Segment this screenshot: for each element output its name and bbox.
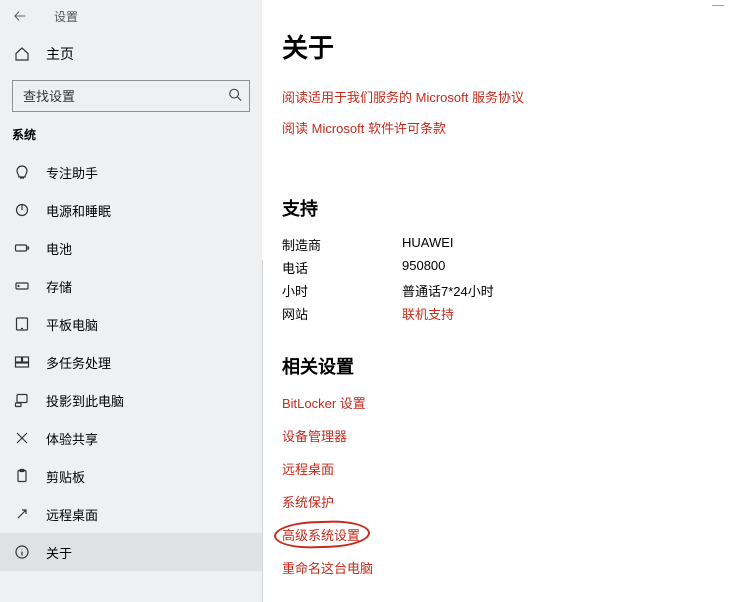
support-key: 小时 [282,281,402,300]
main-content: 关于 阅读适用于我们服务的 Microsoft 服务协议阅读 Microsoft… [262,0,752,602]
sidebar-item-storage[interactable]: 存储 [0,267,262,305]
clipboard-icon [12,466,32,486]
sidebar-item-multitask[interactable]: 多任务处理 [0,343,262,381]
support-value: HUAWEI [402,235,454,254]
focus-icon [12,162,32,182]
sidebar-item-power[interactable]: 电源和睡眠 [0,191,262,229]
sidebar-item-label: 远程桌面 [46,505,98,524]
sidebar-item-share[interactable]: 体验共享 [0,419,262,457]
minimize-icon[interactable] [712,5,724,6]
related-link-1[interactable]: 设备管理器 [282,426,347,445]
related-link-3[interactable]: 系统保护 [282,492,334,511]
sidebar-item-clipboard[interactable]: 剪贴板 [0,457,262,495]
support-row: 制造商HUAWEI [282,235,752,254]
search-input[interactable] [12,80,250,112]
sidebar-item-remote[interactable]: 远程桌面 [0,495,262,533]
sidebar-item-home[interactable]: 主页 [12,38,262,70]
back-icon[interactable] [10,6,30,26]
support-value: 950800 [402,258,445,277]
storage-icon [12,276,32,296]
sidebar-item-label: 多任务处理 [46,353,111,372]
sidebar-item-label: 电源和睡眠 [46,201,111,220]
support-heading: 支持 [282,195,752,221]
window-title: 设置 [54,8,78,25]
sidebar-item-label: 剪贴板 [46,467,85,486]
support-key: 制造商 [282,235,402,254]
project-icon [12,390,32,410]
support-row: 网站联机支持 [282,304,752,323]
remote-icon [12,504,32,524]
support-value: 普通话7*24小时 [402,281,494,300]
home-label: 主页 [46,44,74,64]
top-link-0[interactable]: 阅读适用于我们服务的 Microsoft 服务协议 [282,87,524,106]
top-link-1[interactable]: 阅读 Microsoft 软件许可条款 [282,118,446,137]
about-icon [12,542,32,562]
support-value-link[interactable]: 联机支持 [402,304,454,323]
category-header: 系统 [12,126,262,143]
support-key: 电话 [282,258,402,277]
sidebar-item-label: 体验共享 [46,429,98,448]
battery-icon [12,238,32,258]
related-link-2[interactable]: 远程桌面 [282,459,334,478]
power-icon [12,200,32,220]
sidebar-item-label: 平板电脑 [46,315,98,334]
share-icon [12,428,32,448]
sidebar-item-label: 存储 [46,277,72,296]
support-key: 网站 [282,304,402,323]
divider [262,260,263,602]
sidebar-item-battery[interactable]: 电池 [0,229,262,267]
sidebar-item-tablet[interactable]: 平板电脑 [0,305,262,343]
sidebar-item-project[interactable]: 投影到此电脑 [0,381,262,419]
sidebar-item-label: 关于 [46,543,72,562]
sidebar-item-label: 投影到此电脑 [46,391,124,410]
tablet-icon [12,314,32,334]
sidebar-item-focus[interactable]: 专注助手 [0,153,262,191]
sidebar-item-about[interactable]: 关于 [0,533,262,571]
sidebar-item-label: 电池 [46,239,72,258]
related-link-0[interactable]: BitLocker 设置 [282,393,366,412]
support-row: 电话950800 [282,258,752,277]
multitask-icon [12,352,32,372]
page-title: 关于 [282,28,752,65]
home-icon [12,44,32,64]
search-icon [228,88,242,105]
related-link-5[interactable]: 重命名这台电脑 [282,558,373,577]
related-heading: 相关设置 [282,353,752,379]
support-row: 小时普通话7*24小时 [282,281,752,300]
related-link-4[interactable]: 高级系统设置 [282,525,360,544]
sidebar-item-label: 专注助手 [46,163,98,182]
